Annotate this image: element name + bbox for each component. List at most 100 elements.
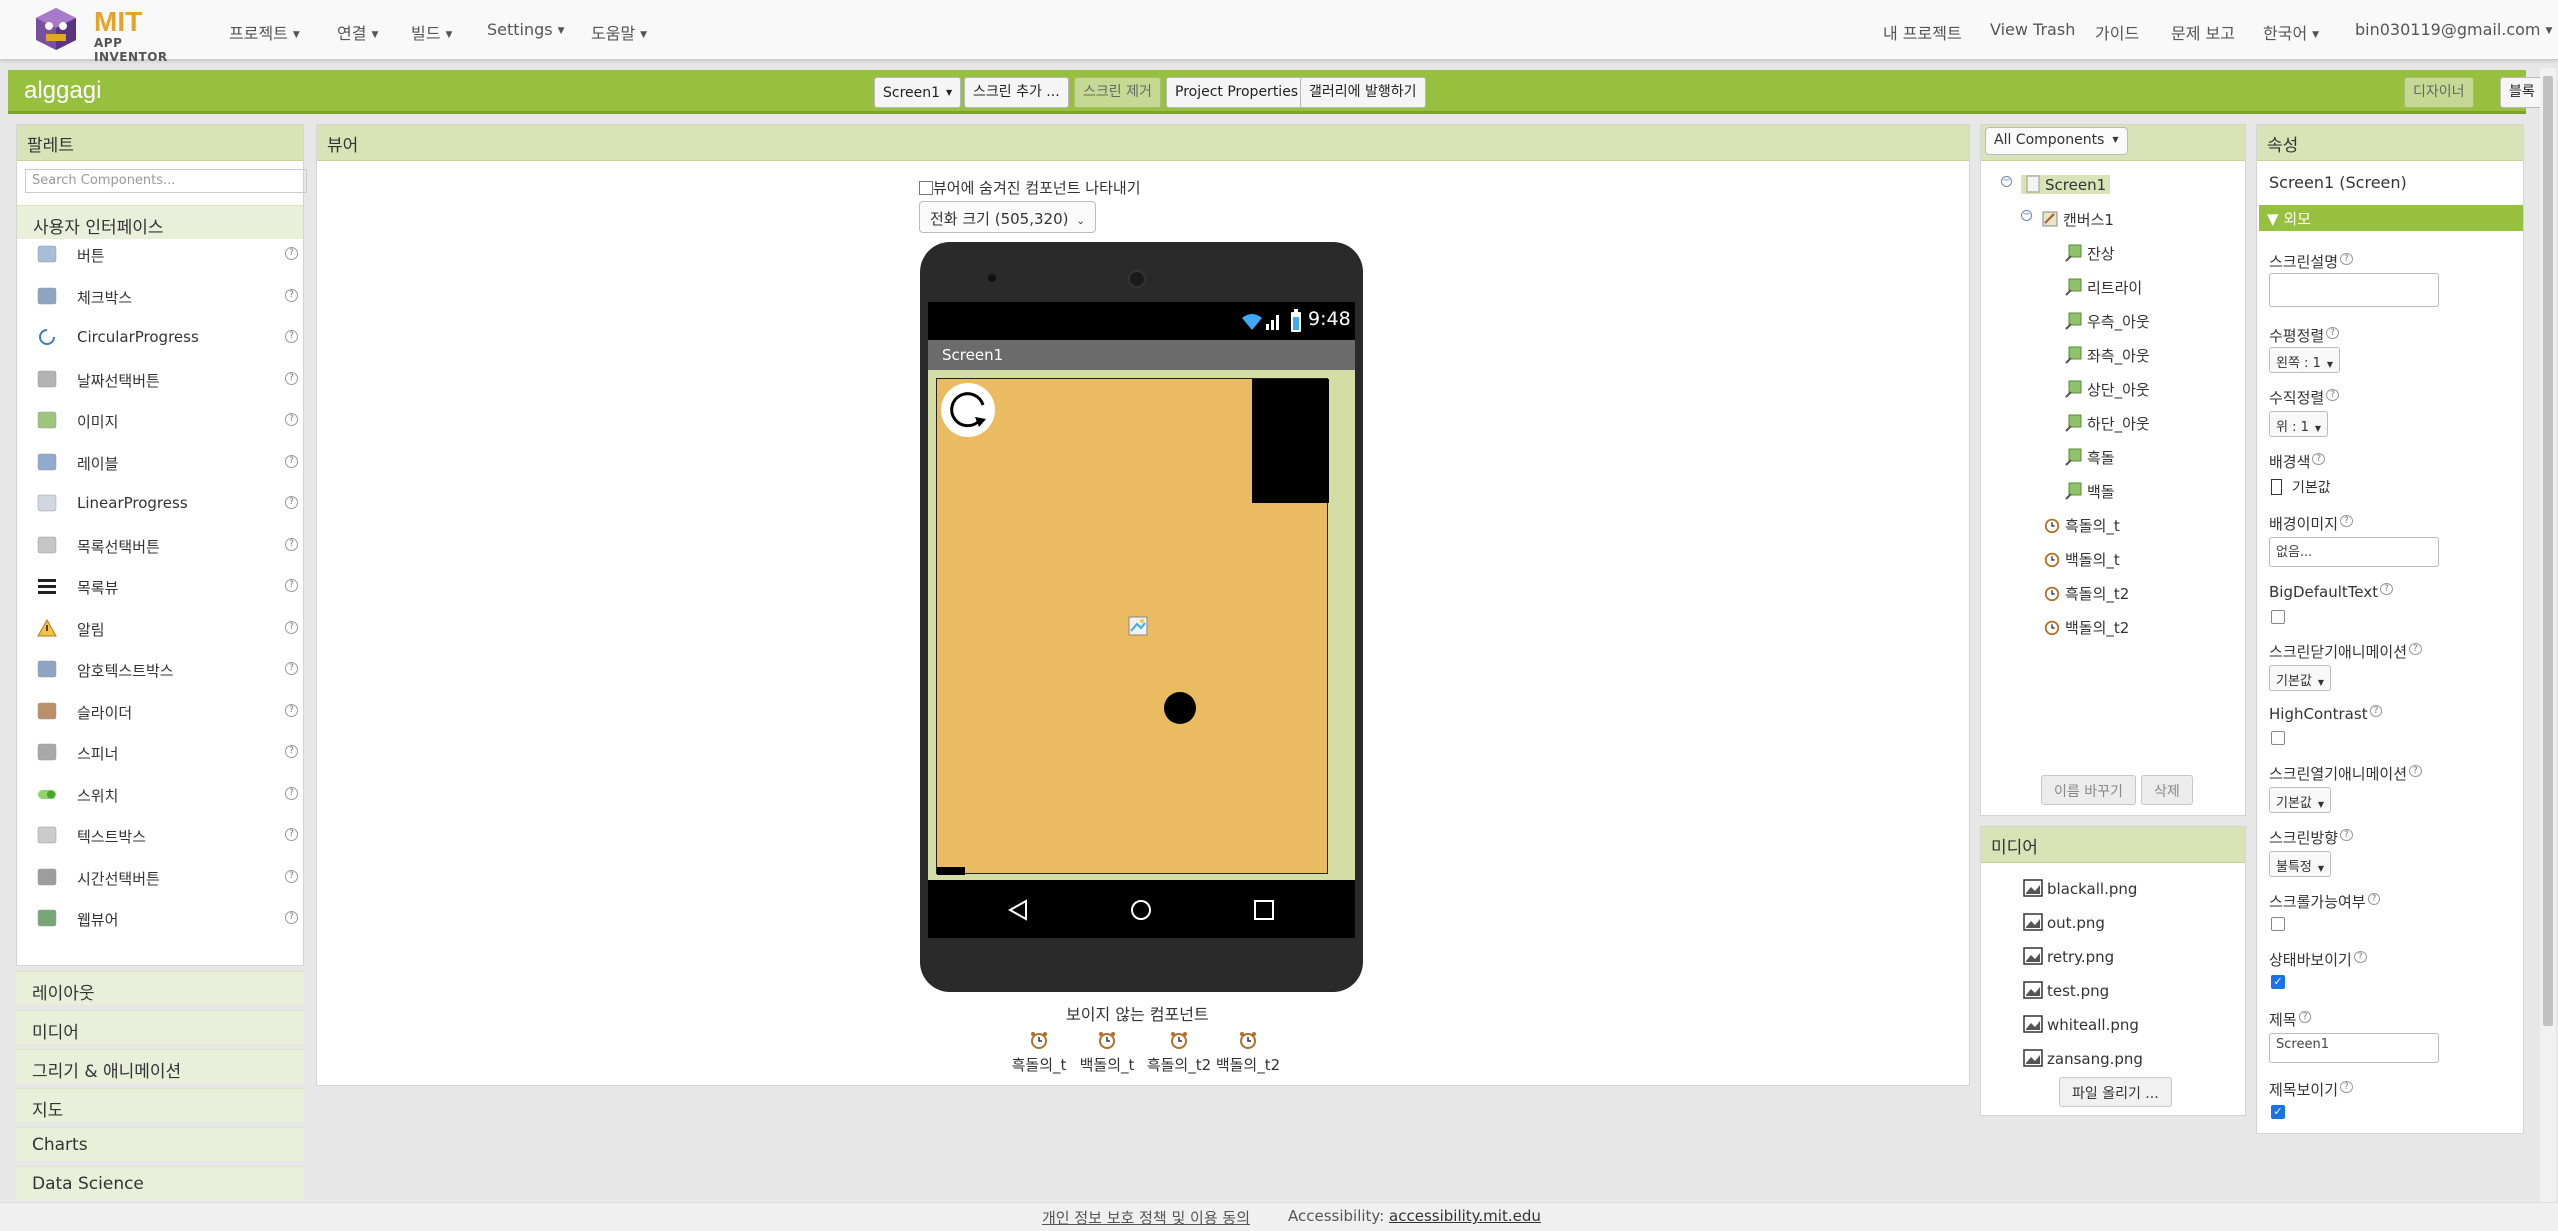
tree-node-sprite[interactable]: 하단_아웃 <box>2065 413 2150 434</box>
category-maps[interactable]: 지도 <box>16 1088 304 1122</box>
help-icon[interactable]: ? <box>285 579 298 592</box>
palette-item-listpicker[interactable]: 목록선택버튼? <box>37 530 299 562</box>
prop-title-input[interactable]: Screen1 <box>2269 1033 2439 1063</box>
guide-link[interactable]: 가이드 <box>2095 20 2139 44</box>
help-icon[interactable]: ? <box>285 786 298 800</box>
collapse-toggle-icon[interactable]: − <box>2001 176 2012 187</box>
help-icon[interactable]: ? <box>285 537 298 551</box>
nonvisible-component[interactable]: 흑돌의_t2 <box>1144 1030 1214 1075</box>
tree-node-sprite[interactable]: 리트라이 <box>2065 277 2142 298</box>
category-media[interactable]: 미디어 <box>16 1010 304 1044</box>
component-filter-select[interactable]: All Components ▼ <box>1985 127 2128 155</box>
small-sprite[interactable] <box>937 867 965 875</box>
help-icon[interactable]: ? <box>2298 1011 2312 1023</box>
palette-item-switch[interactable]: 스위치? <box>37 779 299 811</box>
help-icon[interactable]: ? <box>2369 705 2383 717</box>
nonvisible-component[interactable]: 백돌의_t2 <box>1213 1030 1283 1075</box>
prop-about-textarea[interactable] <box>2269 273 2439 307</box>
category-drawing-animation[interactable]: 그리기 & 애니메이션 <box>16 1049 304 1083</box>
help-icon[interactable]: ? <box>2340 253 2353 265</box>
report-issue-link[interactable]: 문제 보고 <box>2171 20 2235 44</box>
tree-node-sprite[interactable]: 백돌 <box>2065 481 2115 502</box>
prop-close-anim-select[interactable]: 기본값 ▼ <box>2269 665 2332 691</box>
collapse-toggle-icon[interactable]: − <box>2021 210 2032 221</box>
app-inventor-logo[interactable]: MIT APP INVENTOR <box>34 4 194 64</box>
nonvisible-component[interactable]: 백돌의_t <box>1072 1030 1142 1075</box>
palette-item-button[interactable]: 버튼? <box>37 239 299 271</box>
appearance-section-header[interactable]: ▼ 외모 <box>2259 205 2523 231</box>
tree-node-sprite[interactable]: 상단_아웃 <box>2065 379 2150 400</box>
prop-show-title-checkbox[interactable]: ✓ <box>2271 1105 2285 1119</box>
blocks-button[interactable]: 블록 <box>2500 77 2544 108</box>
prop-bgcolor-picker[interactable]: 기본값 <box>2271 477 2331 497</box>
palette-item-webviewer[interactable]: 웹뷰어? <box>37 903 299 935</box>
black-stone-sprite[interactable] <box>1164 692 1196 724</box>
accessibility-link[interactable]: accessibility.mit.edu <box>1389 1207 1541 1225</box>
category-user-interface[interactable]: 사용자 인터페이스 <box>17 205 303 239</box>
account-menu[interactable]: bin030119@gmail.com ▼ <box>2355 20 2552 39</box>
help-icon[interactable]: ? <box>285 662 298 675</box>
screen-select[interactable]: Screen1 ▼ <box>874 77 962 108</box>
show-hidden-option[interactable]: 뷰어에 숨겨진 컴포넌트 나타내기 <box>919 177 1141 198</box>
delete-button[interactable]: 삭제 <box>2141 775 2193 805</box>
scrollbar-thumb[interactable] <box>2543 76 2553 1026</box>
palette-item-spinner[interactable]: 스피너? <box>37 737 299 769</box>
help-icon[interactable]: ? <box>285 454 298 468</box>
help-icon[interactable]: ? <box>2326 389 2339 401</box>
palette-search-input[interactable]: Search Components... <box>25 169 307 193</box>
palette-item-password[interactable]: 암호텍스트박스? <box>37 654 299 686</box>
help-icon[interactable]: ? <box>2367 893 2381 905</box>
show-hidden-checkbox[interactable] <box>919 181 933 195</box>
media-file-item[interactable]: test.png <box>2023 981 2109 1000</box>
media-file-item[interactable]: whiteall.png <box>2023 1015 2139 1034</box>
tree-node-clock[interactable]: 흑돌의_t <box>2043 515 2120 536</box>
menu-connect[interactable]: 연결 ▼ <box>337 20 378 44</box>
add-screen-button[interactable]: 스크린 추가 ... <box>964 77 1069 108</box>
rename-button[interactable]: 이름 바꾸기 <box>2041 775 2136 805</box>
publish-gallery-button[interactable]: 갤러리에 발행하기 <box>1300 77 1426 108</box>
image-placeholder-icon[interactable] <box>1127 615 1149 637</box>
help-icon[interactable]: ? <box>2340 829 2353 841</box>
prop-orientation-select[interactable]: 불특정 ▼ <box>2269 851 2332 877</box>
help-icon[interactable]: ? <box>285 330 298 343</box>
help-icon[interactable]: ? <box>285 288 298 302</box>
help-icon[interactable]: ? <box>285 869 298 883</box>
palette-item-circular[interactable]: CircularProgress? <box>37 322 299 354</box>
palette-item-textbox[interactable]: 텍스트박스? <box>37 820 299 852</box>
menu-help[interactable]: 도움말 ▼ <box>591 20 647 44</box>
help-icon[interactable]: ? <box>2340 1081 2353 1093</box>
retry-sprite-icon[interactable] <box>939 381 997 439</box>
designer-button[interactable]: 디자이너 <box>2404 77 2474 108</box>
nonvisible-component[interactable]: 흑돌의_t <box>1004 1030 1074 1075</box>
prop-show-status-checkbox[interactable]: ✓ <box>2271 975 2285 989</box>
tree-node-canvas[interactable]: − 캔버스1 <box>2021 209 2114 230</box>
palette-item-image[interactable]: 이미지? <box>37 405 299 437</box>
category-charts[interactable]: Charts <box>16 1127 304 1161</box>
project-properties-button[interactable]: Project Properties <box>1166 77 1308 108</box>
prop-align-v-select[interactable]: 위 : 1 ▼ <box>2269 411 2329 437</box>
help-icon[interactable]: ? <box>2326 327 2339 339</box>
prop-bgimage-input[interactable]: 없음... <box>2269 537 2439 567</box>
tree-node-clock[interactable]: 백돌의_t <box>2043 549 2120 570</box>
media-file-item[interactable]: zansang.png <box>2023 1049 2143 1068</box>
view-trash-link[interactable]: View Trash <box>1990 20 2075 39</box>
tree-node-clock[interactable]: 흑돌의_t2 <box>2043 583 2129 604</box>
help-icon[interactable]: ? <box>285 496 298 509</box>
media-file-item[interactable]: blackall.png <box>2023 879 2137 898</box>
help-icon[interactable]: ? <box>2353 951 2367 963</box>
my-projects-link[interactable]: 내 프로젝트 <box>1883 20 1962 44</box>
palette-item-slider[interactable]: 슬라이더? <box>37 696 299 728</box>
black-sprite-block[interactable] <box>1252 379 1329 503</box>
palette-item-listview[interactable]: 목록뷰? <box>37 571 299 603</box>
category-data-science[interactable]: Data Science <box>16 1166 304 1200</box>
help-icon[interactable]: ? <box>2380 583 2393 595</box>
help-icon[interactable]: ? <box>285 371 298 385</box>
prop-bigtext-checkbox[interactable] <box>2271 610 2285 624</box>
menu-settings[interactable]: Settings ▼ <box>487 20 565 39</box>
help-icon[interactable]: ? <box>285 247 298 260</box>
tree-node-clock[interactable]: 백돌의_t2 <box>2043 617 2129 638</box>
tree-node-sprite[interactable]: 좌측_아웃 <box>2065 345 2150 366</box>
palette-item-timepicker[interactable]: 시간선택버튼? <box>37 862 299 894</box>
help-icon[interactable]: ? <box>285 911 298 924</box>
help-icon[interactable]: ? <box>285 413 298 426</box>
